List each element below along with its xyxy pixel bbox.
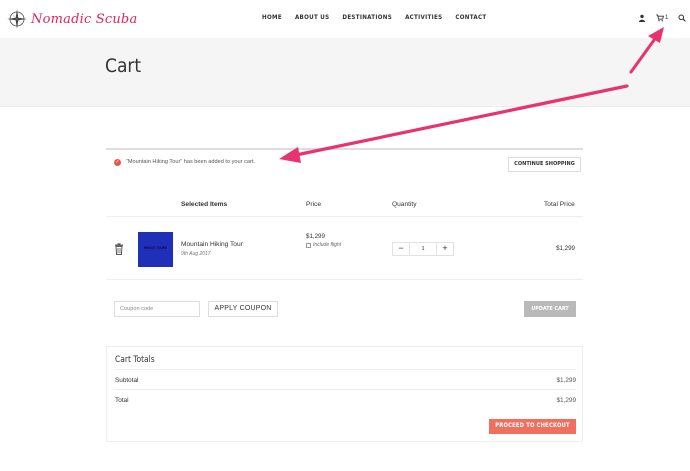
cart-link[interactable]: 1 xyxy=(656,12,668,24)
continue-shopping-button[interactable]: CONTINUE SHOPPING xyxy=(508,157,581,172)
header-price: Price xyxy=(306,201,322,208)
page-title-band: Cart xyxy=(0,38,690,107)
check-circle-icon: ✓ xyxy=(114,159,121,166)
thumbnail-text: HIKING TOURS xyxy=(143,246,168,250)
page-title: Cart xyxy=(105,55,142,77)
update-cart-button[interactable]: UPDATE CART xyxy=(524,301,576,317)
line-total: $1,299 xyxy=(556,245,575,252)
total-value: $1,299 xyxy=(556,397,576,404)
cart-count: 1 xyxy=(665,15,669,21)
compass-rose-icon xyxy=(7,9,27,29)
cart-totals-title: Cart Totals xyxy=(115,354,155,364)
include-flight-checkbox[interactable] xyxy=(306,242,311,248)
increase-quantity-button[interactable]: + xyxy=(437,243,453,255)
cart-notice: ✓ “Mountain Hiking Tour” has been added … xyxy=(106,148,583,176)
include-flight-label: Include flight xyxy=(313,242,342,248)
user-icon[interactable] xyxy=(638,14,646,22)
include-flight-option[interactable]: Include flight xyxy=(306,242,341,248)
decrease-quantity-button[interactable]: − xyxy=(393,243,409,255)
site-logo[interactable]: Nomadic Scuba xyxy=(6,6,137,32)
subtotal-label: Subtotal xyxy=(115,377,139,384)
total-label: Total xyxy=(115,397,129,404)
cart-item-row: HIKING TOURS Mountain Hiking Tour 9th Au… xyxy=(106,216,583,280)
coupon-code-input[interactable]: Coupon code xyxy=(114,301,200,317)
nav-destinations[interactable]: DESTINATIONS xyxy=(342,14,392,21)
search-icon[interactable] xyxy=(678,14,687,22)
trash-icon[interactable] xyxy=(114,243,124,255)
nav-home[interactable]: HOME xyxy=(262,14,282,21)
header-total-price: Total Price xyxy=(544,201,575,208)
quantity-stepper: − 1 + xyxy=(392,242,454,256)
proceed-to-checkout-button[interactable]: PROCEED TO CHECKOUT xyxy=(489,419,576,434)
product-price: $1,299 xyxy=(306,233,325,240)
main-nav: HOME ABOUT US DESTINATIONS ACTIVITIES CO… xyxy=(262,14,499,21)
notice-message: “Mountain Hiking Tour” has been added to… xyxy=(126,159,255,165)
nav-contact[interactable]: CONTACT xyxy=(455,14,486,21)
subtotal-row: Subtotal $1,299 xyxy=(115,377,576,384)
product-name[interactable]: Mountain Hiking Tour xyxy=(181,241,243,248)
logo-text: Nomadic Scuba xyxy=(31,11,138,27)
header-quantity: Quantity xyxy=(392,201,417,208)
subtotal-value: $1,299 xyxy=(556,377,576,384)
nav-about-us[interactable]: ABOUT US xyxy=(295,14,329,21)
cart-totals: Cart Totals Subtotal $1,299 Total $1,299… xyxy=(106,346,583,442)
product-date: 9th Aug 2017 xyxy=(181,251,211,257)
apply-coupon-button[interactable]: APPLY COUPON xyxy=(208,301,278,317)
divider xyxy=(115,369,576,370)
product-thumbnail[interactable]: HIKING TOURS xyxy=(138,232,173,267)
header-selected-items: Selected Items xyxy=(181,201,228,208)
divider xyxy=(115,389,576,390)
header-icons: 1 xyxy=(638,12,687,24)
cart-icon xyxy=(656,14,664,22)
cart-page: Nomadic Scuba HOME ABOUT US DESTINATIONS… xyxy=(0,0,690,471)
site-header: Nomadic Scuba HOME ABOUT US DESTINATIONS… xyxy=(0,0,690,38)
nav-activities[interactable]: ACTIVITIES xyxy=(405,14,442,21)
quantity-input[interactable]: 1 xyxy=(409,243,437,255)
total-row: Total $1,299 xyxy=(115,397,576,404)
